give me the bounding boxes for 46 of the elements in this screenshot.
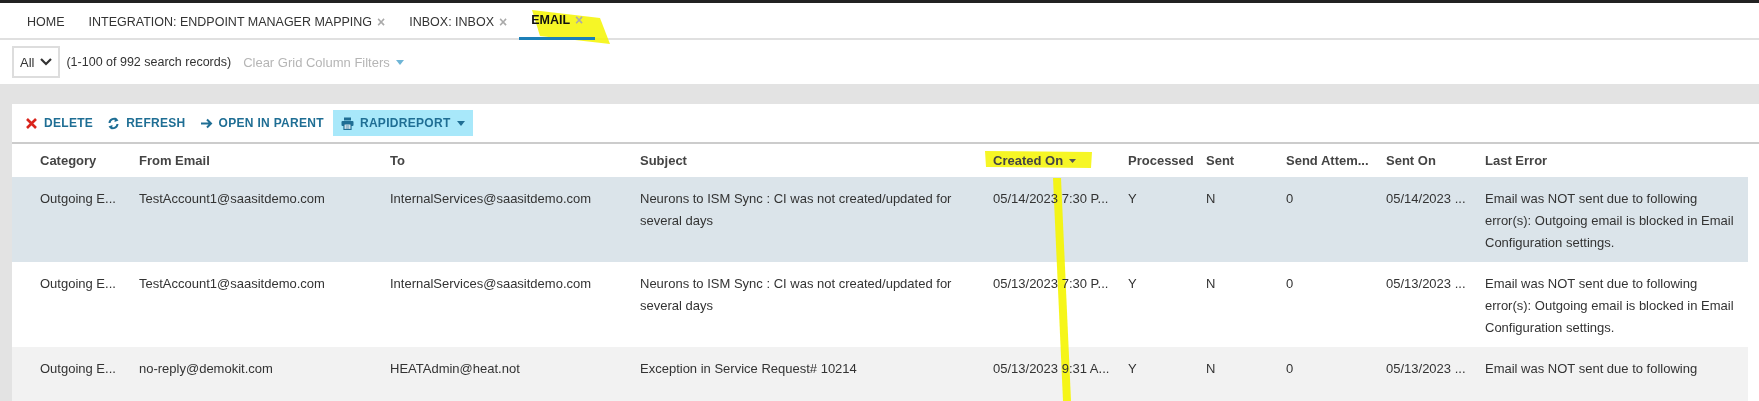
column-header[interactable]: Send Attem...: [1286, 153, 1369, 168]
table-cell: InternalServices@saasitdemo.com: [390, 191, 592, 206]
tab[interactable]: INTEGRATION: ENDPOINT MANAGER MAPPING ×: [76, 3, 398, 40]
table-cell: 05/14/2023 ...: [1386, 191, 1466, 206]
column-header[interactable]: Processed: [1128, 153, 1194, 168]
column-header[interactable]: Sent On: [1386, 153, 1436, 168]
column-header[interactable]: Last Error: [1485, 153, 1548, 168]
delete-button[interactable]: DELETE: [20, 110, 99, 136]
tab[interactable]: HOME: [15, 3, 77, 40]
view-dropdown[interactable]: All: [12, 46, 61, 78]
table-cell: InternalServices@saasitdemo.com: [390, 276, 592, 291]
column-header[interactable]: Created On: [993, 153, 1077, 168]
table-cell: no-reply@demokit.com: [139, 361, 273, 376]
table-cell: Y: [1128, 361, 1137, 376]
table-cell: Exception in Service Request# 10214: [640, 361, 857, 376]
column-header[interactable]: Category: [40, 153, 97, 168]
report-button[interactable]: RAPIDREPORT: [332, 110, 473, 136]
table-cell: N: [1206, 361, 1216, 376]
refresh-button[interactable]: REFRESH: [102, 110, 191, 136]
table-cell: HEATAdmin@heat.not: [390, 361, 520, 376]
record-count: (1-100 of 992 search records): [66, 55, 232, 69]
table-cell: 0: [1286, 191, 1294, 206]
table-cell: Y: [1128, 276, 1137, 291]
table-cell: Email was NOT sent due to following: [1485, 361, 1698, 376]
column-header[interactable]: Subject: [640, 153, 687, 168]
table-cell: Email was NOT sent due to following error(s): Outgoing email is blocked in Email Configuration settings.: [1485, 276, 1734, 335]
table-cell: 05/13/2023 ...: [1386, 361, 1466, 376]
table-cell: 05/13/2023 ...: [1386, 276, 1466, 291]
table-cell: N: [1206, 191, 1216, 206]
column-header[interactable]: To: [390, 153, 405, 168]
table-cell: Outgoing E...: [40, 276, 116, 291]
table-cell: Outgoing E...: [40, 191, 116, 206]
table-cell: N: [1206, 276, 1216, 291]
column-header[interactable]: Sent: [1206, 153, 1235, 168]
table-cell: Y: [1128, 191, 1137, 206]
open-button[interactable]: OPEN IN PARENT: [194, 110, 329, 136]
column-header[interactable]: From Email: [139, 153, 210, 168]
tab[interactable]: INBOX: INBOX ×: [397, 3, 520, 40]
table-cell: 0: [1286, 361, 1294, 376]
table-cell: Neurons to ISM Sync : CI was not created/updated for several days: [640, 191, 952, 228]
table-cell: TestAccount1@saasitdemo.com: [139, 191, 325, 206]
table-cell: Outgoing E...: [40, 361, 116, 376]
table-cell: Email was NOT sent due to following error(s): Outgoing email is blocked in Email Configuration settings.: [1485, 191, 1734, 250]
table-cell: Neurons to ISM Sync : CI was not created/updated for several days: [640, 276, 952, 313]
table-cell: TestAccount1@saasitdemo.com: [139, 276, 325, 291]
table-cell: 0: [1286, 276, 1294, 291]
